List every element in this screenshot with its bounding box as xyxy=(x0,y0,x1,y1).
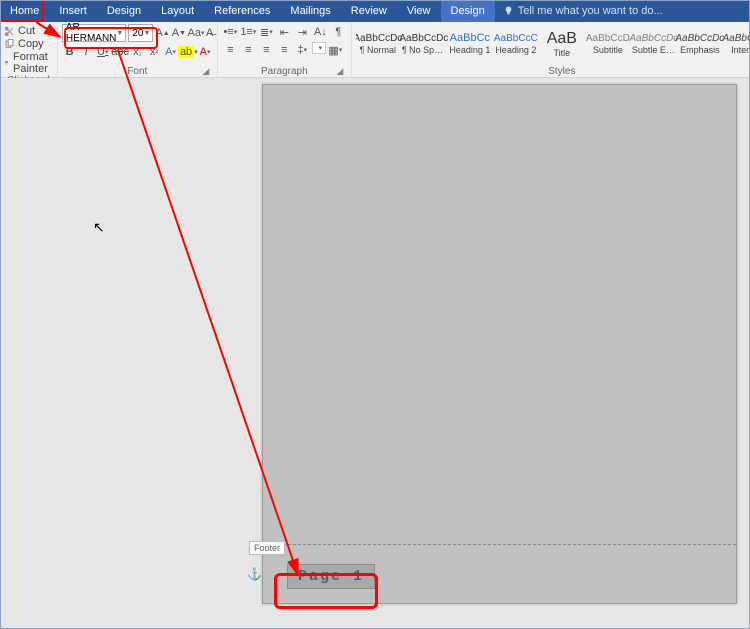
multilevel-list-button[interactable]: ≣▾ xyxy=(258,24,275,40)
font-size-value: 20 xyxy=(132,28,143,39)
style-item-2[interactable]: AaBbCc Heading 1 xyxy=(448,25,492,63)
cut-button[interactable]: Cut xyxy=(4,25,53,37)
numbering-button[interactable]: 1≡▾ xyxy=(240,24,257,40)
footer-section-tab[interactable]: Footer xyxy=(249,541,285,555)
style-item-0[interactable]: AaBbCcDc ¶ Normal xyxy=(356,25,400,63)
font-size-combo[interactable]: 20 ▼ xyxy=(128,24,153,42)
document-page[interactable]: Footer ⚓ Page 1 xyxy=(262,84,737,604)
lightbulb-icon xyxy=(503,6,514,17)
decrease-indent-button[interactable]: ⇤ xyxy=(276,24,293,40)
style-preview: AaBbCcDc xyxy=(675,34,724,44)
group-paragraph: •≡▾ 1≡▾ ≣▾ ⇤ ⇥ A↓ ¶ ≡ ≡ ≡ ≡ ‡▾ ▾ ▦▾ Para… xyxy=(218,22,352,77)
tab-review[interactable]: Review xyxy=(341,0,397,22)
style-preview: AaBbCcDc xyxy=(399,34,448,44)
paragraph-group-label: Paragraph xyxy=(261,66,308,77)
style-preview: AaBbCcD xyxy=(586,34,630,44)
underline-button[interactable]: U▾ xyxy=(95,44,111,60)
copy-label: Copy xyxy=(18,38,44,50)
chevron-down-icon: ▼ xyxy=(143,30,150,37)
style-label: ¶ No Spac... xyxy=(402,46,446,55)
change-case-button[interactable]: Aa▾ xyxy=(188,25,204,41)
style-label: Intense xyxy=(731,46,750,55)
tab-strip: Home Insert Design Layout References Mai… xyxy=(0,0,750,22)
italic-button[interactable]: I xyxy=(78,44,94,60)
styles-group-label: Styles xyxy=(548,66,575,77)
align-left-button[interactable]: ≡ xyxy=(222,42,239,58)
tab-header-footer-design[interactable]: Design xyxy=(441,0,495,22)
style-preview: AaB xyxy=(547,31,577,47)
paragraph-dialog-launcher[interactable]: ◢ xyxy=(335,67,345,77)
tab-insert[interactable]: Insert xyxy=(49,0,97,22)
font-group-label: Font xyxy=(127,66,147,77)
line-spacing-button[interactable]: ‡▾ xyxy=(294,42,311,58)
justify-button[interactable]: ≡ xyxy=(276,42,293,58)
document-area[interactable]: Footer ⚓ Page 1 xyxy=(0,78,750,629)
style-item-5[interactable]: AaBbCcD Subtitle xyxy=(586,25,630,63)
style-label: Subtitle xyxy=(593,46,623,55)
superscript-button[interactable]: x² xyxy=(146,44,162,60)
group-clipboard: Cut Copy Format Painter Clipboard ◢ xyxy=(0,22,58,77)
font-name-combo[interactable]: AR HERMANN ▼ xyxy=(62,24,127,42)
group-font: AR HERMANN ▼ 20 ▼ A▲ A▼ Aa▾ A̶ B I U▾ ab… xyxy=(58,22,218,77)
font-dialog-launcher[interactable]: ◢ xyxy=(201,67,211,77)
show-marks-button[interactable]: ¶ xyxy=(330,24,347,40)
scissors-icon xyxy=(4,26,15,37)
style-preview: AaBbCcDt xyxy=(723,34,750,44)
footer-separator xyxy=(263,544,736,545)
bullets-button[interactable]: •≡▾ xyxy=(222,24,239,40)
tab-references[interactable]: References xyxy=(204,0,280,22)
copy-button[interactable]: Copy xyxy=(4,38,53,50)
style-label: Heading 2 xyxy=(495,46,536,55)
format-painter-button[interactable]: Format Painter xyxy=(4,51,53,75)
tell-me-placeholder: Tell me what you want to do... xyxy=(518,5,663,17)
highlight-button[interactable]: ab▾ xyxy=(179,44,196,60)
shading-button[interactable]: ▾ xyxy=(312,42,326,54)
tab-home[interactable]: Home xyxy=(0,0,49,22)
style-label: ¶ Normal xyxy=(360,46,396,55)
tell-me-search[interactable]: Tell me what you want to do... xyxy=(495,0,750,22)
style-item-3[interactable]: AaBbCcC Heading 2 xyxy=(494,25,538,63)
anchor-icon: ⚓ xyxy=(247,567,262,581)
strikethrough-button[interactable]: abc xyxy=(112,44,129,60)
sort-button[interactable]: A↓ xyxy=(312,24,329,40)
format-painter-label: Format Painter xyxy=(13,51,53,75)
tab-mailings[interactable]: Mailings xyxy=(280,0,340,22)
style-item-1[interactable]: AaBbCcDc ¶ No Spac... xyxy=(402,25,446,63)
group-styles: AaBbCcDc¶ NormalAaBbCcDc¶ No Spac...AaBb… xyxy=(352,22,750,77)
tab-design[interactable]: Design xyxy=(97,0,151,22)
style-label: Title xyxy=(554,49,571,58)
tab-view[interactable]: View xyxy=(397,0,441,22)
align-center-button[interactable]: ≡ xyxy=(240,42,257,58)
style-preview: AaBbCcDc xyxy=(629,34,678,44)
style-label: Heading 1 xyxy=(449,46,490,55)
text-effects-button[interactable]: A▾ xyxy=(163,44,179,60)
paintbrush-icon xyxy=(4,58,10,69)
style-preview: AaBbCcDc xyxy=(356,34,402,44)
style-item-4[interactable]: AaB Title xyxy=(540,25,584,63)
style-label: Emphasis xyxy=(680,46,720,55)
align-right-button[interactable]: ≡ xyxy=(258,42,275,58)
increase-indent-button[interactable]: ⇥ xyxy=(294,24,311,40)
style-label: Subtle Em... xyxy=(632,46,676,55)
ribbon: Cut Copy Format Painter Clipboard ◢ AR H… xyxy=(0,22,750,78)
subscript-button[interactable]: x₂ xyxy=(130,44,146,60)
style-item-8[interactable]: AaBbCcDt Intense xyxy=(724,25,750,63)
chevron-down-icon: ▼ xyxy=(116,30,123,37)
cut-label: Cut xyxy=(18,25,35,37)
style-item-6[interactable]: AaBbCcDc Subtle Em... xyxy=(632,25,676,63)
clear-formatting-button[interactable]: A̶ xyxy=(206,25,213,41)
copy-icon xyxy=(4,39,15,50)
tab-layout[interactable]: Layout xyxy=(151,0,204,22)
style-preview: AaBbCc xyxy=(450,33,490,44)
style-preview: AaBbCcC xyxy=(494,34,538,44)
font-color-button[interactable]: A▾ xyxy=(197,44,213,60)
bold-button[interactable]: B xyxy=(62,44,78,60)
font-name-value: AR HERMANN xyxy=(66,22,117,44)
style-item-7[interactable]: AaBbCcDc Emphasis xyxy=(678,25,722,63)
shrink-font-button[interactable]: A▼ xyxy=(172,25,186,41)
grow-font-button[interactable]: A▲ xyxy=(155,25,169,41)
borders-button[interactable]: ▦▾ xyxy=(327,42,344,58)
footer-page-number[interactable]: Page 1 xyxy=(287,564,375,589)
